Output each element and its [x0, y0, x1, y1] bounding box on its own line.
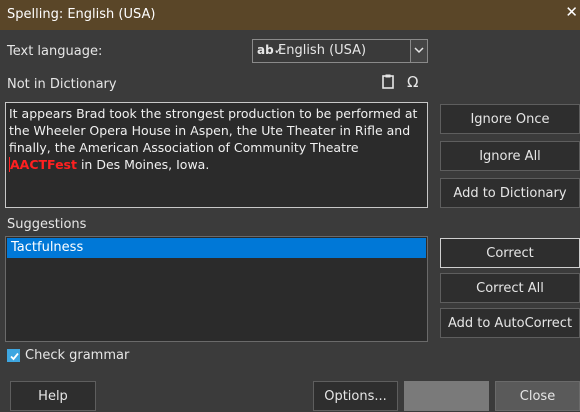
- check-grammar-label: Check grammar: [25, 348, 130, 363]
- check-grammar-checkbox[interactable]: [7, 349, 20, 362]
- blank-button[interactable]: [404, 381, 489, 411]
- text-language-label: Text language:: [7, 44, 103, 59]
- add-to-dictionary-button[interactable]: Add to Dictionary: [440, 178, 580, 208]
- window-title: Spelling: English (USA): [7, 7, 156, 22]
- special-character-icon[interactable]: Ω: [407, 73, 418, 91]
- help-button[interactable]: Help: [10, 381, 96, 411]
- flagged-word: AACTFest: [9, 157, 77, 172]
- context-text-after: in Des Moines, Iowa.: [76, 157, 210, 172]
- ignore-once-button[interactable]: Ignore Once: [440, 104, 580, 134]
- text-language-dropdown[interactable]: ab✓ English (USA): [252, 39, 428, 63]
- suggestions-label: Suggestions: [7, 217, 87, 232]
- title-bar: Spelling: English (USA) ✕: [0, 0, 580, 30]
- clipboard-icon[interactable]: [382, 74, 394, 92]
- context-text-before: It appears Brad took the strongest produ…: [9, 106, 418, 155]
- ignore-all-button[interactable]: Ignore All: [440, 141, 580, 171]
- add-to-autocorrect-button[interactable]: Add to AutoCorrect: [440, 308, 580, 338]
- window-close-icon[interactable]: ✕: [565, 3, 578, 21]
- text-language-value: English (USA): [278, 43, 367, 58]
- close-button[interactable]: Close: [495, 381, 580, 411]
- suggestions-list[interactable]: Tactfulness: [5, 236, 428, 342]
- correct-button[interactable]: Correct: [440, 238, 580, 268]
- not-in-dictionary-text[interactable]: It appears Brad took the strongest produ…: [5, 102, 428, 208]
- correct-all-button[interactable]: Correct All: [440, 273, 580, 303]
- not-in-dictionary-label: Not in Dictionary: [7, 77, 117, 92]
- list-item[interactable]: Tactfulness: [7, 238, 426, 258]
- chevron-down-icon[interactable]: [410, 40, 427, 62]
- options-button[interactable]: Options...: [313, 381, 398, 411]
